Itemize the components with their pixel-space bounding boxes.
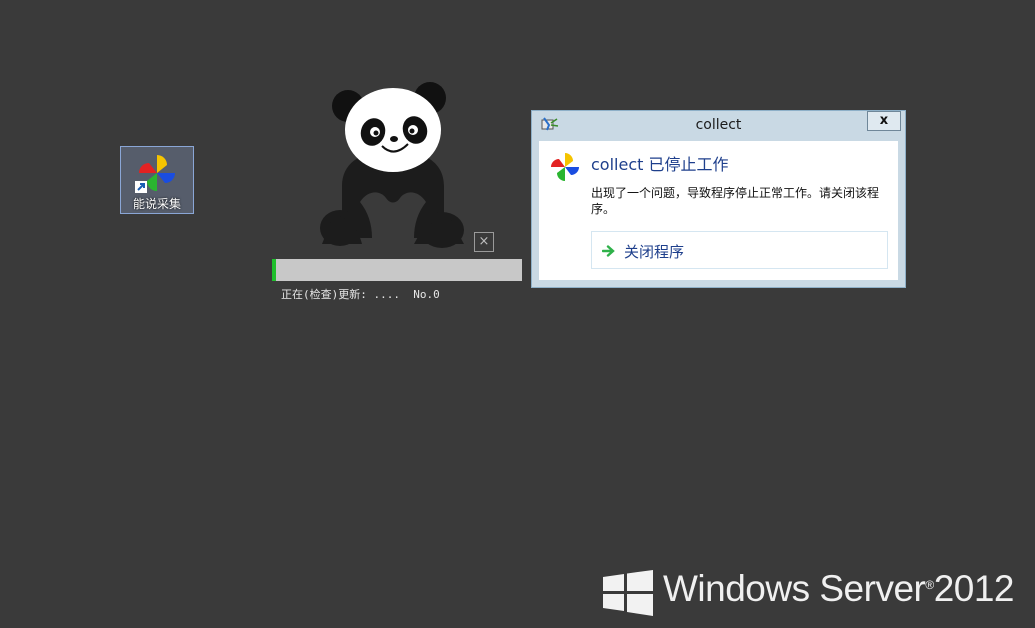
pinwheel-app-icon [135,155,175,193]
dialog-heading: collect 已停止工作 [591,155,729,174]
arrow-right-icon [602,245,615,257]
splash-close-button[interactable]: × [474,232,494,252]
error-dialog: collect x collect 已停止工作 出现了一个问题，导致程序停止正常… [531,110,906,288]
dialog-titlebar[interactable]: collect x [532,111,905,139]
dialog-body: collect 已停止工作 出现了一个问题，导致程序停止正常工作。请关闭该程序。… [539,141,898,280]
update-status-text: 正在(检查)更新: .... No.0 [281,288,440,301]
update-progress-bar [272,259,522,281]
dialog-title: collect [695,117,742,133]
windows-server-branding: Windows Server®2012 [603,568,1023,618]
panda-mascot-image [320,82,464,248]
brand-text: Windows Server®2012 [663,568,1015,609]
dialog-message: 出现了一个问题，导致程序停止正常工作。请关闭该程序。 [591,186,880,216]
desktop-shortcut[interactable]: 能说采集 [120,146,194,214]
brand-name: Windows Server [663,568,926,609]
progress-fill [272,259,276,281]
close-program-label: 关闭程序 [624,243,685,261]
desktop: 能说采集 × 正在(检查)更新: .... No.0 collect x col… [0,0,1035,628]
pinwheel-app-icon [551,153,579,181]
windows-logo-icon [603,570,653,616]
dialog-close-button[interactable]: x [867,111,901,131]
close-program-button[interactable]: 关闭程序 [591,231,888,269]
shortcut-label: 能说采集 [132,197,181,211]
brand-version: 2012 [933,568,1015,609]
